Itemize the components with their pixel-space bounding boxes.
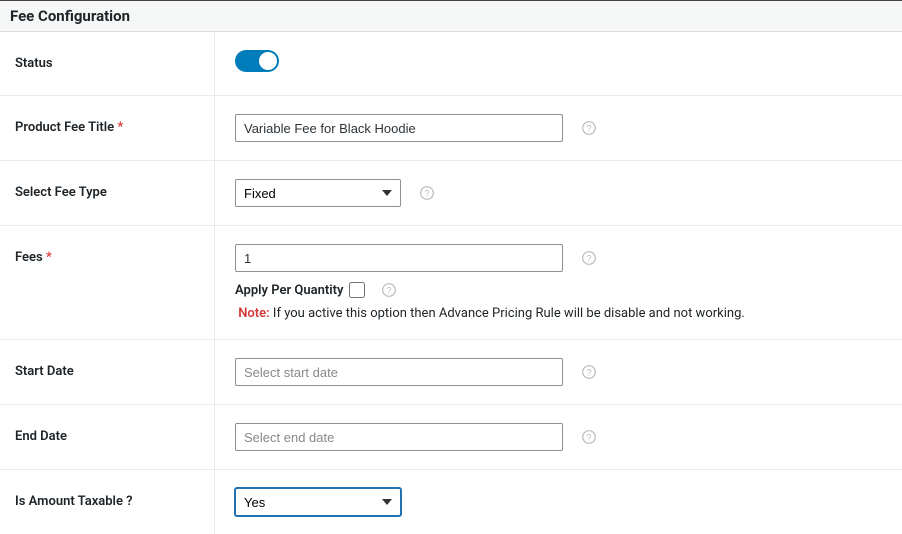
note-text: If you active this option then Advance P… [270, 306, 745, 321]
row-start-date: Start Date ? [0, 340, 902, 405]
help-icon[interactable]: ? [581, 250, 597, 266]
apply-per-qty-checkbox[interactable] [349, 282, 365, 298]
required-asterisk: * [46, 250, 52, 265]
fee-config-form: Status Product Fee Title * ? Select Fee [0, 32, 902, 534]
required-asterisk: * [117, 120, 123, 135]
label-text: Fees [15, 250, 43, 265]
section-header: Fee Configuration [0, 0, 902, 32]
svg-text:?: ? [424, 189, 429, 199]
row-product-fee-title: Product Fee Title * ? [0, 96, 902, 161]
help-icon[interactable]: ? [381, 282, 397, 298]
taxable-select[interactable]: Yes [235, 488, 401, 516]
label-start-date: Start Date [0, 340, 215, 404]
row-end-date: End Date ? [0, 405, 902, 470]
note-line: Note: If you active this option then Adv… [235, 306, 745, 321]
status-toggle[interactable] [235, 50, 279, 72]
help-icon[interactable]: ? [419, 185, 435, 201]
row-select-fee-type: Select Fee Type Fixed ? [0, 161, 902, 226]
help-icon[interactable]: ? [581, 429, 597, 445]
svg-text:?: ? [586, 254, 591, 264]
help-icon[interactable]: ? [581, 120, 597, 136]
section-title: Fee Configuration [10, 7, 892, 25]
label-product-fee-title: Product Fee Title * [0, 96, 215, 160]
start-date-input[interactable] [235, 358, 563, 386]
note-label: Note: [238, 306, 269, 321]
svg-text:?: ? [586, 368, 591, 378]
label-select-fee-type: Select Fee Type [0, 161, 215, 225]
help-icon[interactable]: ? [581, 364, 597, 380]
row-taxable: Is Amount Taxable ? Yes [0, 470, 902, 534]
label-status: Status [0, 32, 215, 95]
svg-text:?: ? [586, 433, 591, 443]
svg-text:?: ? [387, 286, 392, 296]
row-status: Status [0, 32, 902, 96]
toggle-knob [259, 52, 277, 70]
label-end-date: End Date [0, 405, 215, 469]
label-text: Product Fee Title [15, 120, 114, 135]
label-taxable: Is Amount Taxable ? [0, 470, 215, 534]
apply-per-qty-label: Apply Per Quantity [235, 283, 343, 298]
svg-text:?: ? [586, 124, 591, 134]
label-fees: Fees * [0, 226, 215, 339]
end-date-input[interactable] [235, 423, 563, 451]
product-fee-title-input[interactable] [235, 114, 563, 142]
fees-input[interactable] [235, 244, 563, 272]
fee-type-select[interactable]: Fixed [235, 179, 401, 207]
row-fees: Fees * ? Apply Per Quantity ? Note: If y… [0, 226, 902, 340]
